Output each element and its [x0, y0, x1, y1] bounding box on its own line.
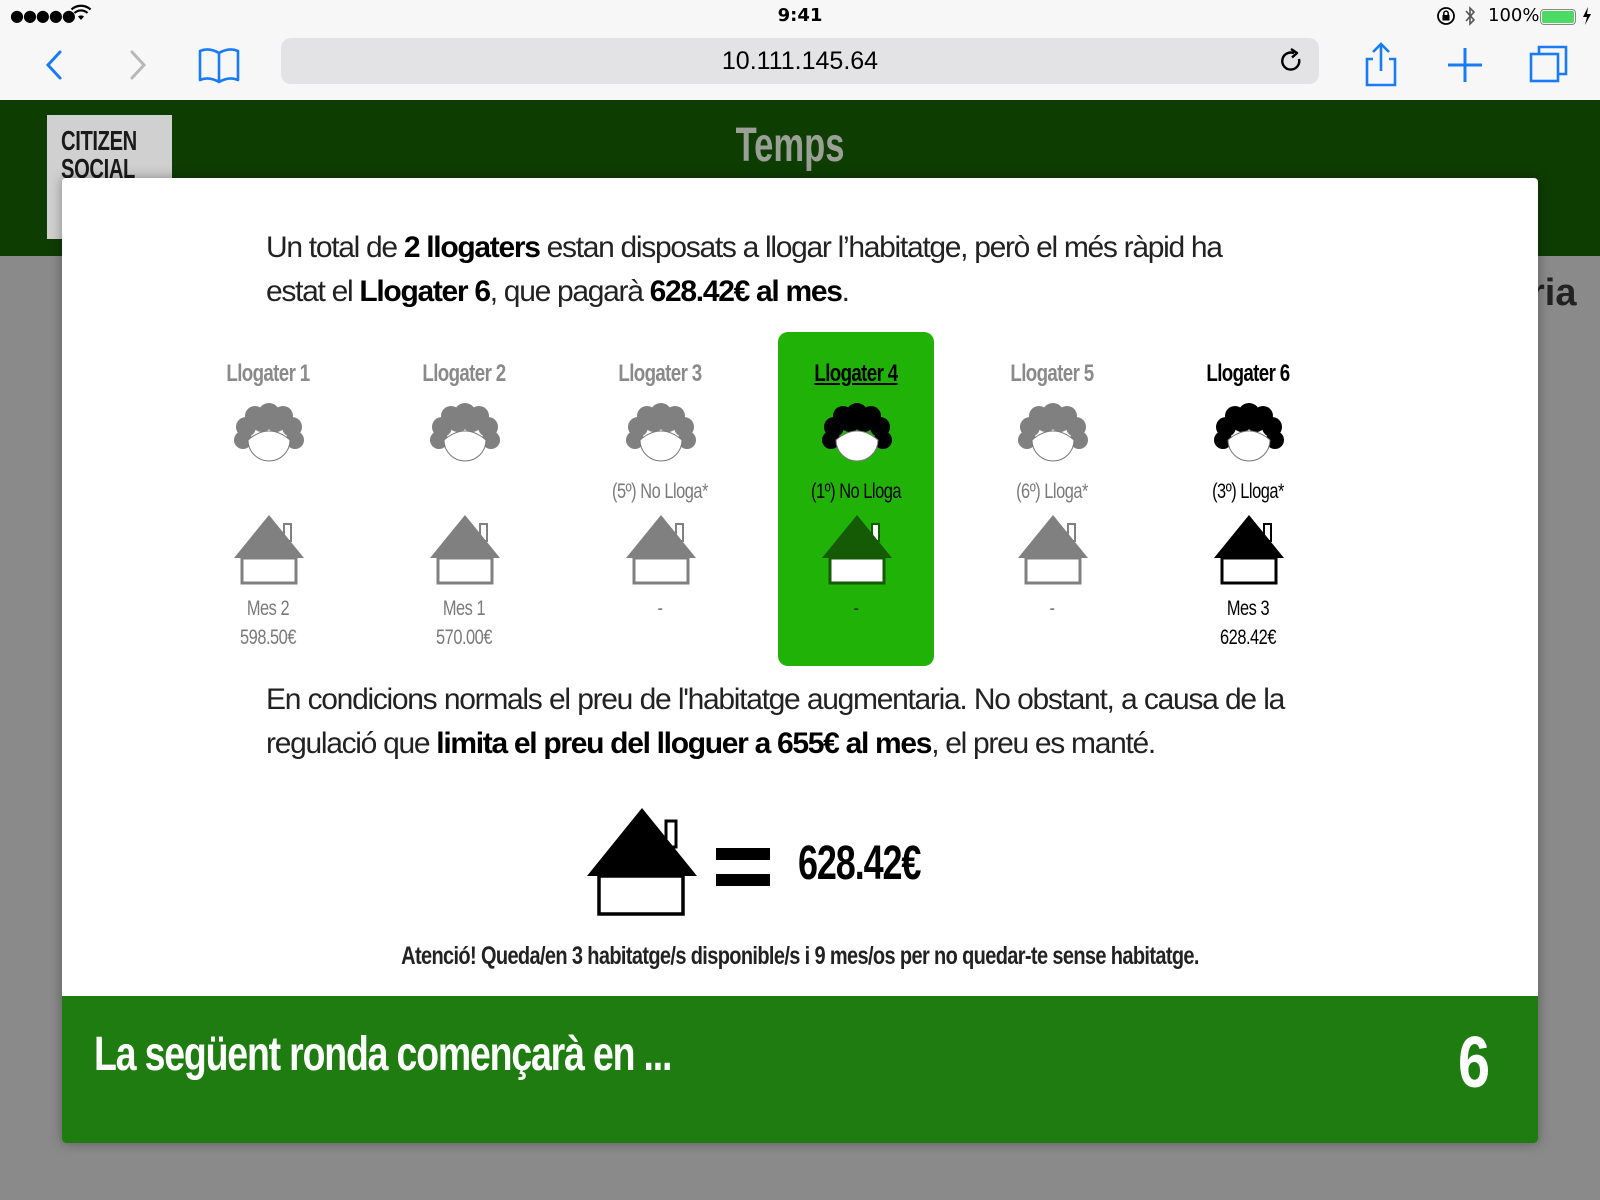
- equals-icon: [716, 848, 770, 886]
- bluetooth-icon: [1465, 6, 1476, 26]
- tenant-card: Llogater 5 (6º) Lloga* -: [974, 332, 1130, 666]
- new-tab-plus-icon[interactable]: [1442, 42, 1488, 88]
- tenant-avatar-icon: [234, 403, 304, 462]
- tenant-name: Llogater 6: [1206, 360, 1290, 387]
- address-bar[interactable]: 10.111.145.64: [281, 38, 1319, 84]
- tenant-house-icon: [430, 515, 500, 585]
- tenant-month: -: [853, 597, 859, 620]
- battery-icon: [1540, 9, 1576, 25]
- tenant-house-icon: [234, 515, 304, 585]
- countdown-bar: La següent ronda començarà en ... 6: [62, 996, 1538, 1143]
- tenant-name: Llogater 4: [814, 360, 898, 387]
- tenant-status: (3º) Lloga*: [1212, 480, 1284, 503]
- forward-arrow-icon[interactable]: [114, 42, 160, 88]
- countdown-label: La següent ronda començarà en ...: [94, 1028, 672, 1081]
- tenant-month: -: [657, 597, 663, 620]
- tenant-avatar-icon: [626, 403, 696, 462]
- bookmarks-icon[interactable]: [196, 42, 242, 88]
- tenant-avatar-icon: [1214, 403, 1284, 462]
- logo-line-1: CITIZEN: [61, 125, 137, 156]
- status-time: 9:41: [777, 5, 823, 26]
- url-text: 10.111.145.64: [721, 47, 879, 75]
- tenant-house-icon: [1214, 515, 1284, 585]
- reload-icon[interactable]: [1277, 47, 1305, 75]
- tenant-card: Llogater 2 Mes 1 570.00€: [386, 332, 542, 666]
- tenant-avatar-icon: [822, 403, 892, 462]
- tenant-house-icon: [626, 515, 696, 585]
- tenant-month: Mes 2: [246, 597, 290, 620]
- tenant-status: (5º) No Lloga*: [612, 480, 708, 503]
- page-title: Temps: [735, 119, 845, 172]
- tenant-name: Llogater 2: [422, 360, 506, 387]
- tenant-amount: 570.00€: [436, 626, 492, 649]
- tenant-month: -: [1049, 597, 1055, 620]
- tenant-name: Llogater 3: [618, 360, 702, 387]
- share-icon[interactable]: [1358, 42, 1404, 88]
- tenant-card: Llogater 1 Mes 2 598.50€: [190, 332, 346, 666]
- rotation-lock-icon: [1437, 7, 1455, 25]
- tenant-house-icon: [822, 515, 892, 585]
- status-bar: ●●●●● 9:41 100%: [0, 0, 1600, 32]
- tenant-status: (1º) No Lloga: [810, 480, 902, 503]
- house-icon: [587, 808, 697, 916]
- charging-bolt-icon: [1583, 7, 1591, 25]
- tenant-name: Llogater 5: [1010, 360, 1094, 387]
- tenant-card: Llogater 3 (5º) No Lloga* -: [582, 332, 738, 666]
- tenant-status: (6º) Lloga*: [1016, 480, 1088, 503]
- warning-text: Atenció! Queda/en 3 habitatge/s disponib…: [401, 942, 1199, 970]
- countdown-number: 6: [1457, 1023, 1490, 1103]
- tenant-month: Mes 3: [1226, 597, 1270, 620]
- tabs-icon[interactable]: [1526, 42, 1572, 88]
- tenant-name: Llogater 1: [226, 360, 310, 387]
- browser-toolbar: 10.111.145.64: [0, 32, 1600, 101]
- tenant-house-icon: [1018, 515, 1088, 585]
- tenant-card: Llogater 4 (1º) No Lloga -: [778, 332, 934, 666]
- intro-text: Un total de 2 llogaters estan disposats …: [266, 231, 1223, 308]
- tenant-avatar-icon: [1018, 403, 1088, 462]
- back-arrow-icon[interactable]: [32, 42, 78, 88]
- final-price: 628.42€: [798, 837, 921, 890]
- tenant-card: Llogater 6 (3º) Lloga* Mes 3 628.42€: [1170, 332, 1326, 666]
- tenant-amount: 598.50€: [240, 626, 296, 649]
- round-result-modal: Un total de 2 llogaters estan disposats …: [62, 178, 1538, 1143]
- regulation-text: En condicions normals el preu de l'habit…: [266, 683, 1285, 760]
- tenant-month: Mes 1: [442, 597, 486, 620]
- battery-percentage: 100%: [1488, 5, 1540, 26]
- tenant-avatar-icon: [430, 403, 500, 462]
- tenant-amount: 628.42€: [1220, 626, 1276, 649]
